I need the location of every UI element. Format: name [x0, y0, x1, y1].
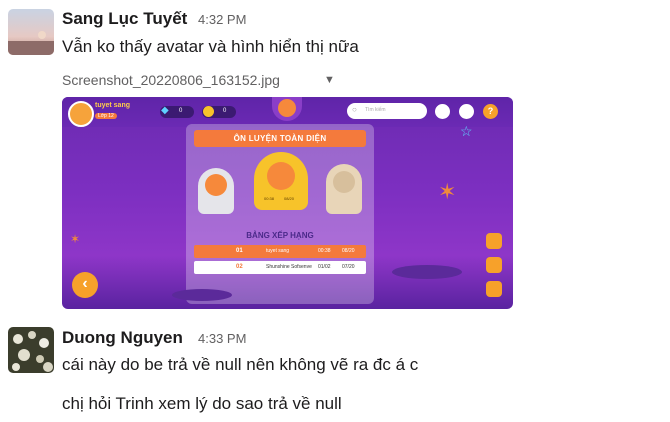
- attachment-filename[interactable]: Screenshot_20220806_163152.jpg: [62, 72, 280, 88]
- podium-second: [198, 168, 234, 214]
- island-decoration: [392, 265, 462, 279]
- podium-first: 00:38 08/20: [254, 152, 308, 210]
- search-placeholder: Tìm kiếm: [365, 107, 386, 113]
- player-name: tuyet sang: [95, 102, 131, 109]
- back-button[interactable]: ‹: [72, 272, 98, 298]
- message-text: Vẫn ko thấy avatar và hình hiển thị nữa: [62, 37, 359, 56]
- podium-third: [326, 164, 362, 214]
- rank-row: 02 Shunshine Sofsenve 01/02 07/20: [194, 261, 366, 274]
- diamond-icon: ◆: [161, 105, 169, 116]
- search-input[interactable]: ○ Tìm kiếm: [347, 103, 427, 119]
- star-icon: ✶: [70, 232, 81, 246]
- attachment-image[interactable]: tuyet sang Lớp 12 ◆ 0 0 ○ Tìm kiếm ? ☆ ✶…: [62, 97, 513, 309]
- message-1: Sang Lục Tuyết 4:32 PM Vẫn ko thấy avata…: [0, 0, 670, 320]
- rank-time: 01/02: [318, 264, 331, 270]
- coin-icon: [203, 106, 214, 117]
- player-level: Lớp 12: [95, 113, 117, 119]
- rank-player-name: tuyet sang: [266, 248, 290, 254]
- rank-title: BẢNG XẾP HẠNG: [246, 231, 314, 240]
- search-icon: ○: [352, 105, 357, 114]
- message-text: cái này do be trả về null nên không vẽ r…: [62, 355, 419, 374]
- rank-player-name: Shunshine Sofsenve: [266, 264, 312, 270]
- author-name[interactable]: Duong Nguyen: [62, 328, 183, 348]
- author-name[interactable]: Sang Lục Tuyết: [62, 9, 187, 29]
- help-icon[interactable]: ?: [483, 104, 498, 119]
- gift-icon[interactable]: [486, 257, 502, 273]
- star-icon: ☆: [460, 123, 473, 139]
- timestamp[interactable]: 4:33 PM: [198, 331, 246, 346]
- rank-row: 01 tuyet sang 00:38 08/20: [194, 245, 366, 258]
- avatar[interactable]: [8, 327, 54, 373]
- message-2: Duong Nguyen 4:33 PM cái này do be trả v…: [0, 320, 670, 422]
- rank-score: 07/20: [342, 264, 355, 270]
- coin-count: 0: [223, 108, 227, 114]
- diamond-counter: ◆ 0: [160, 105, 194, 118]
- side-menu-icon[interactable]: [486, 233, 502, 249]
- rank-number: 01: [236, 248, 243, 254]
- caret-down-icon[interactable]: ▼: [324, 74, 335, 86]
- rank-score: 08/20: [342, 248, 355, 254]
- timestamp[interactable]: 4:32 PM: [198, 12, 246, 27]
- coin-counter: 0: [202, 106, 236, 118]
- bell-icon[interactable]: [435, 104, 450, 119]
- diamond-count: 0: [179, 108, 183, 114]
- avatar[interactable]: [8, 9, 54, 55]
- quiz-panel: ÔN LUYỆN TOÀN DIỆN 00:38 08/20 BẢNG XẾP …: [186, 124, 374, 304]
- group-icon[interactable]: [486, 281, 502, 297]
- podium-first-score: 08/20: [284, 196, 295, 201]
- podium-first-time: 00:38: [264, 196, 275, 201]
- panel-title: ÔN LUYỆN TOÀN DIỆN: [194, 130, 366, 147]
- island-decoration: [172, 289, 232, 301]
- message-text: chị hỏi Trinh xem lý do sao trả về null: [62, 394, 342, 413]
- home-icon[interactable]: [459, 104, 474, 119]
- star-icon: ✶: [438, 179, 457, 204]
- rank-number: 02: [236, 264, 243, 270]
- player-avatar: [68, 101, 94, 127]
- rank-time: 00:38: [318, 248, 331, 254]
